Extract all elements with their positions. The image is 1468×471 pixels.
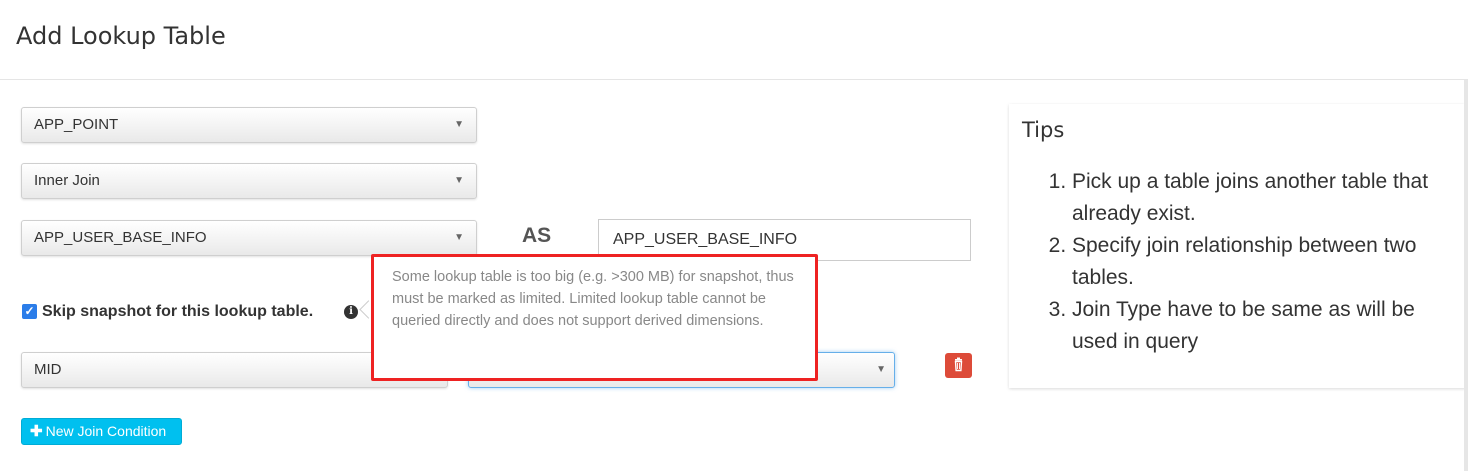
modal-header: Add Lookup Table: [0, 0, 1468, 80]
tips-title: Tips: [1022, 118, 1065, 142]
plus-icon: ✚: [30, 423, 43, 440]
delete-join-button[interactable]: [945, 353, 972, 378]
trash-icon: [954, 357, 963, 372]
lookup-table-select[interactable]: APP_USER_BASE_INFO ▼: [21, 220, 477, 256]
new-join-condition-label: New Join Condition: [45, 423, 167, 439]
checkmark-icon: ✓: [24, 304, 35, 318]
lookup-table-value: APP_USER_BASE_INFO: [34, 229, 207, 246]
join-type-select[interactable]: Inner Join ▼: [21, 163, 477, 199]
skip-snapshot-checkbox[interactable]: ✓: [22, 304, 37, 319]
join-left-column-value: MID: [34, 361, 62, 378]
skip-snapshot-label[interactable]: Skip snapshot for this lookup table.: [42, 303, 313, 321]
modal-title: Add Lookup Table: [16, 22, 226, 50]
caret-down-icon: ▼: [454, 119, 464, 130]
tips-item: Join Type have to be same as will be use…: [1072, 294, 1449, 358]
tips-item: Pick up a table joins another table that…: [1072, 166, 1449, 230]
skip-snapshot-tooltip: Some lookup table is too big (e.g. >300 …: [371, 254, 818, 381]
tips-list: Pick up a table joins another table that…: [1009, 166, 1449, 358]
caret-down-icon: ▼: [454, 232, 464, 243]
as-label: AS: [522, 224, 552, 247]
info-circle-icon[interactable]: i: [344, 305, 358, 319]
tips-item: Specify join relationship between two ta…: [1072, 230, 1449, 294]
scrollbar[interactable]: [1464, 80, 1468, 471]
caret-down-icon: ▼: [876, 364, 886, 375]
tips-panel: Tips Pick up a table joins another table…: [1009, 104, 1466, 388]
join-type-value: Inner Join: [34, 172, 100, 189]
new-join-condition-button[interactable]: ✚ New Join Condition: [21, 418, 182, 445]
fact-table-value: APP_POINT: [34, 116, 119, 133]
caret-down-icon: ▼: [454, 175, 464, 186]
fact-table-select[interactable]: APP_POINT ▼: [21, 107, 477, 143]
tooltip-text: Some lookup table is too big (e.g. >300 …: [392, 269, 794, 329]
